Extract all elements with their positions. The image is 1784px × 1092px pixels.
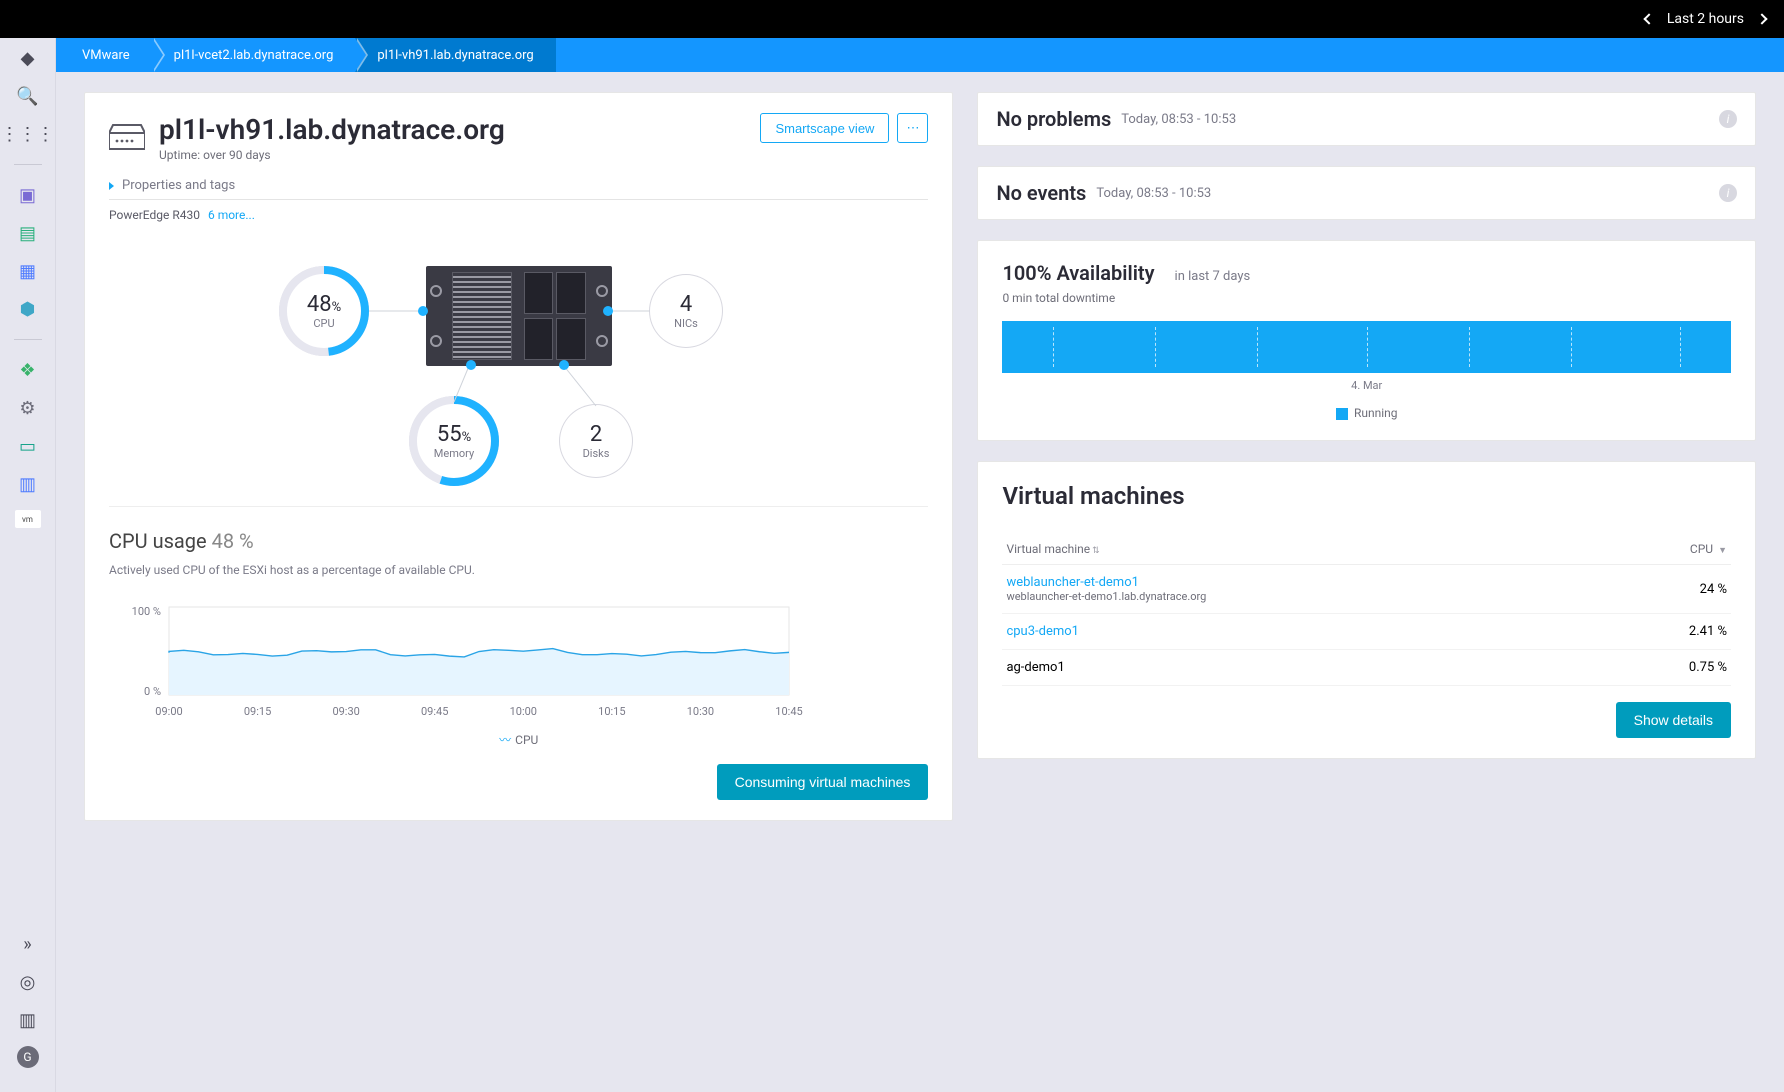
vm-link[interactable]: cpu3-demo1: [1006, 624, 1079, 639]
info-icon[interactable]: i: [1719, 110, 1737, 128]
vm-cpu-value: 0.75 %: [1599, 650, 1731, 686]
cpu-gauge[interactable]: 48% CPU: [279, 266, 369, 356]
model-label: PowerEdge R430: [109, 208, 200, 222]
nav-leaf-icon[interactable]: ❖: [16, 358, 40, 382]
memory-gauge[interactable]: 55% Memory: [409, 396, 499, 486]
availability-legend: Running: [1002, 406, 1731, 420]
svg-text:100 %: 100 %: [132, 605, 161, 618]
help-icon[interactable]: ◎: [16, 970, 40, 994]
crumb-host: pl1l-vh91.lab.dynatrace.org: [355, 38, 555, 72]
timeframe-label[interactable]: Last 2 hours: [1667, 11, 1744, 27]
availability-date: 4. Mar: [1002, 379, 1731, 392]
availability-card: 100% Availability in last 7 days 0 min t…: [977, 240, 1756, 441]
vm-col-name[interactable]: Virtual machine⇅: [1002, 534, 1598, 565]
crumb-root[interactable]: VMware: [66, 38, 152, 72]
more-properties-link[interactable]: 6 more...: [208, 208, 255, 222]
nav-hex-icon[interactable]: ⬢: [16, 297, 40, 321]
breadcrumb: VMware pl1l-vcet2.lab.dynatrace.org pl1l…: [56, 38, 1784, 72]
disks-gauge[interactable]: 2 Disks: [559, 404, 633, 478]
downtime-label: 0 min total downtime: [1002, 291, 1731, 305]
cpu-usage-description: Actively used CPU of the ESXi host as a …: [109, 563, 928, 583]
host-icon: [109, 119, 145, 155]
vm-col-cpu[interactable]: CPU ▼: [1599, 534, 1731, 565]
vm-subtext: weblauncher-et-demo1.lab.dynatrace.org: [1006, 590, 1594, 603]
uptime-label: Uptime: over 90 days: [159, 148, 505, 162]
chevron-right-icon: [109, 182, 114, 190]
svg-text:10:00: 10:00: [510, 705, 537, 718]
nics-gauge[interactable]: 4 NICs: [649, 274, 723, 348]
smartscape-button[interactable]: Smartscape view: [760, 113, 889, 143]
table-row: weblauncher-et-demo1weblauncher-et-demo1…: [1002, 565, 1731, 614]
expand-rail-icon[interactable]: »: [16, 932, 40, 956]
virtual-machines-card: Virtual machines Virtual machine⇅ CPU ▼ …: [977, 461, 1756, 759]
nav-grid-icon[interactable]: ▦: [16, 259, 40, 283]
svg-text:09:00: 09:00: [155, 705, 182, 718]
properties-toggle[interactable]: Properties and tags: [109, 178, 928, 200]
nav-rail: ◆ 🔍 ⋮⋮⋮ ▣ ▤ ▦ ⬢ ❖ ⚙ ▭ ▥ vm » ◎ ▥ G: [0, 38, 56, 1092]
vm-link[interactable]: weblauncher-et-demo1: [1006, 575, 1138, 590]
host-menu-button[interactable]: ⋯: [897, 113, 928, 143]
nav-tiles-icon[interactable]: ▥: [16, 472, 40, 496]
svg-text:10:30: 10:30: [687, 705, 714, 718]
nav-gear-icon[interactable]: ⚙: [16, 396, 40, 420]
top-bar: Last 2 hours: [0, 0, 1784, 38]
server-illustration: [426, 266, 612, 366]
search-icon[interactable]: 🔍: [16, 84, 40, 108]
apps-icon[interactable]: ⋮⋮⋮: [16, 122, 40, 146]
page-title: pl1l-vh91.lab.dynatrace.org: [159, 113, 505, 146]
table-row: cpu3-demo1 2.41 %: [1002, 614, 1731, 650]
cpu-usage-chart[interactable]: 100 % 0 % 09:00 09:15 09:30 09:45 10:00 10:15 10…: [109, 601, 928, 748]
vm-table: Virtual machine⇅ CPU ▼ weblauncher-et-de…: [1002, 534, 1731, 686]
host-infographic: 48% CPU: [109, 246, 928, 506]
svg-text:09:45: 09:45: [421, 705, 448, 718]
reports-icon[interactable]: ▥: [16, 1008, 40, 1032]
nav-cube-icon[interactable]: ▣: [16, 183, 40, 207]
vm-section-title: Virtual machines: [1002, 482, 1731, 510]
nav-dashboard-icon[interactable]: ▤: [16, 221, 40, 245]
svg-text:10:45: 10:45: [775, 705, 802, 718]
logo-icon[interactable]: ◆: [16, 46, 40, 70]
cpu-usage-title: CPU usage 48 %: [109, 529, 928, 553]
consuming-vms-button[interactable]: Consuming virtual machines: [717, 764, 929, 800]
vm-cpu-value: 24 %: [1599, 565, 1731, 614]
host-overview-card: pl1l-vh91.lab.dynatrace.org Uptime: over…: [84, 92, 953, 821]
vm-cpu-value: 2.41 %: [1599, 614, 1731, 650]
show-details-button[interactable]: Show details: [1616, 702, 1731, 738]
account-icon[interactable]: G: [17, 1046, 39, 1068]
svg-text:10:15: 10:15: [598, 705, 625, 718]
nav-vmware-icon[interactable]: vm: [15, 510, 41, 528]
table-row: ag-demo10.75 %: [1002, 650, 1731, 686]
timeframe-prev-icon[interactable]: [1643, 13, 1654, 24]
info-icon[interactable]: i: [1719, 184, 1737, 202]
availability-bar[interactable]: [1002, 321, 1731, 373]
nav-monitor-icon[interactable]: ▭: [16, 434, 40, 458]
problems-card[interactable]: No problems Today, 08:53 - 10:53 i: [977, 92, 1756, 146]
crumb-vcenter[interactable]: pl1l-vcet2.lab.dynatrace.org: [152, 38, 356, 72]
svg-text:09:15: 09:15: [244, 705, 271, 718]
svg-text:09:30: 09:30: [332, 705, 359, 718]
timeframe-next-icon[interactable]: [1756, 13, 1767, 24]
svg-text:0 %: 0 %: [144, 685, 161, 698]
events-card[interactable]: No events Today, 08:53 - 10:53 i: [977, 166, 1756, 220]
